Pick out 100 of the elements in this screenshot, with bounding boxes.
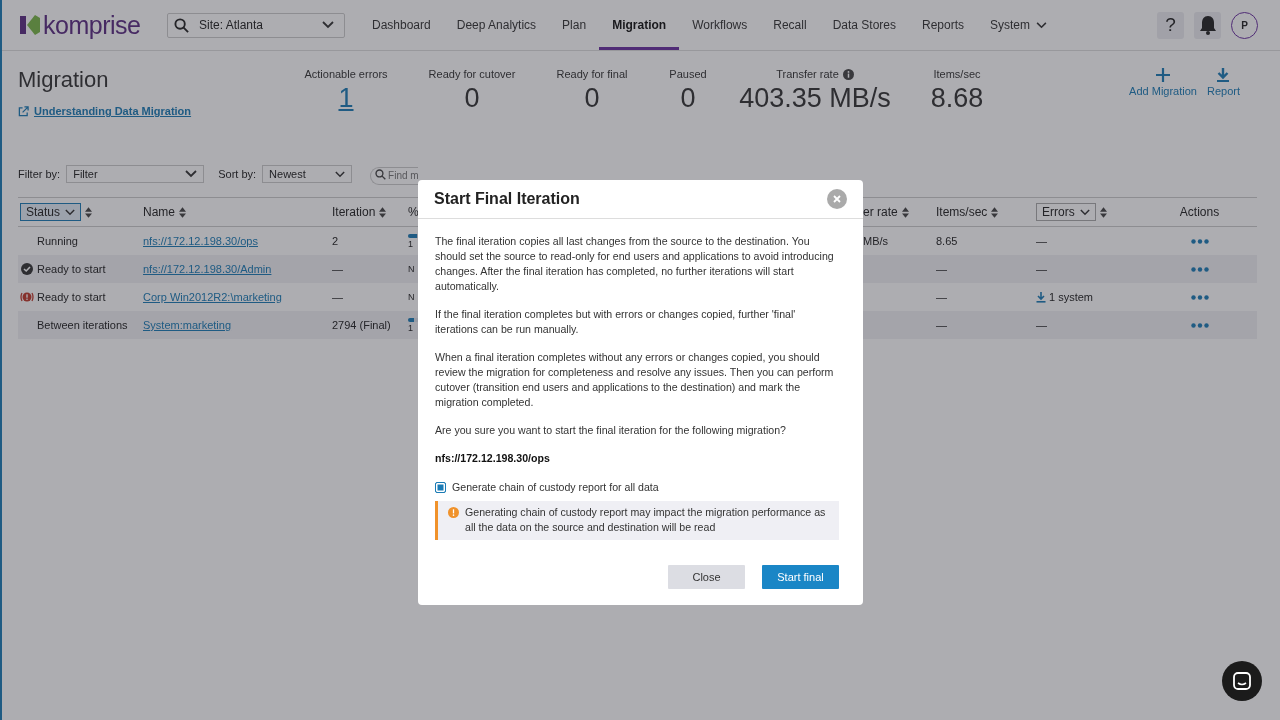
column-header: Actions [1179, 205, 1220, 219]
sort-icon[interactable] [179, 206, 186, 218]
iteration-cell: — [332, 263, 343, 275]
sort-icon[interactable] [379, 206, 387, 218]
chevron-icon [1036, 21, 1048, 29]
logo-icon [20, 14, 40, 36]
more-icon[interactable] [1190, 294, 1209, 300]
nav-tab[interactable]: Plan [549, 0, 600, 50]
items-cell: — [936, 291, 947, 303]
sort-icon[interactable] [85, 206, 93, 218]
nav-tab[interactable]: Workflows [679, 0, 761, 50]
chevron-icon [335, 170, 346, 178]
info-icon [842, 68, 854, 80]
stat-value[interactable]: 1 [338, 83, 354, 114]
warning-icon [448, 507, 459, 518]
site-select[interactable]: Site: Atlanta [167, 12, 345, 38]
errors-cell: — [1036, 235, 1047, 247]
start-final-button[interactable]: Start final [762, 565, 839, 589]
iteration-cell: 2794 (Final) [332, 319, 391, 331]
dialog-paragraph: The final iteration copies all last changes from the source to the destination. You should set the source to read-only for end users and applications to avoid introducing changes. After the final iteration has completed, no further iterations will start automatically. [435, 234, 835, 294]
transfer-rate-cell: MB/s [863, 235, 889, 247]
status-text: Between iterations [37, 319, 128, 331]
nav-tab[interactable]: Recall [760, 0, 820, 50]
percent-cell: 1 [408, 238, 413, 249]
search-icon [174, 17, 189, 33]
column-header: er rate [863, 205, 898, 219]
stat-value: 8.68 [930, 83, 984, 114]
checkbox[interactable] [435, 482, 446, 493]
nav-tab[interactable]: Dashboard [359, 0, 444, 50]
errors-cell: 1 system [1049, 291, 1093, 303]
nav-tab[interactable]: Data Stores [819, 0, 909, 50]
percent-cell: N [408, 264, 415, 274]
help-button[interactable]: ? [1157, 11, 1184, 39]
column-filter[interactable]: Errors [1036, 203, 1096, 221]
bell-icon [1198, 15, 1217, 35]
percent-cell: N [408, 292, 415, 302]
errors-cell: — [1036, 319, 1047, 331]
close-icon [833, 195, 841, 203]
search-field[interactable]: Find m [370, 166, 419, 185]
sort-icon[interactable] [901, 206, 909, 218]
check-icon [20, 263, 34, 275]
items-cell: — [936, 263, 947, 275]
filter-select[interactable]: Filter [66, 165, 205, 183]
items-cell: 8.65 [936, 235, 958, 247]
search-icon [375, 169, 387, 180]
warning-text: Generating chain of custody report may impact the migration performance as all the data on the source and destination will be read [465, 505, 827, 535]
stat-value: 403.35 MB/s [739, 83, 891, 114]
checkbox-label: Generate chain of custody report for all data [452, 480, 659, 495]
stat-label: Ready for final [556, 68, 628, 80]
column-header: Name [143, 205, 175, 219]
dialog-paragraph: If the final iteration completes but with errors or changes copied, further 'final' iterations can be run manually. [435, 307, 797, 337]
nav-tab[interactable]: Deep Analytics [443, 0, 550, 50]
external-link-icon [18, 105, 29, 117]
iteration-cell: 2 [332, 235, 339, 247]
column-header: Iteration [332, 205, 376, 219]
sort-icon[interactable] [991, 206, 999, 218]
report-button[interactable]: Report [1204, 67, 1242, 103]
migration-link[interactable]: nfs://172.12.198.30/ops [143, 235, 258, 247]
nav-tab[interactable]: Reports [909, 0, 978, 50]
chat-icon [1233, 672, 1251, 690]
stat-label: Actionable errors [304, 68, 388, 80]
more-icon[interactable] [1190, 322, 1209, 328]
sort-icon[interactable] [1099, 206, 1107, 218]
column-filter[interactable]: Status [20, 203, 82, 221]
items-cell: — [936, 319, 947, 331]
chevron-icon [322, 21, 334, 29]
close-dialog-button[interactable]: Close [668, 565, 745, 589]
stat-label: Transfer rate [776, 68, 839, 80]
chevron-icon [185, 170, 198, 178]
logo-text: komprise [43, 10, 141, 40]
stat-value: 0 [464, 83, 480, 114]
nav-tab[interactable]: System [977, 0, 1061, 50]
stat-label: Ready for cutover [428, 68, 516, 80]
chevron-icon [1079, 208, 1090, 216]
dialog-title: Start Final Iteration [434, 190, 580, 208]
migration-name: nfs://172.12.198.30/ops [435, 451, 551, 466]
error-icon [20, 291, 34, 303]
notifications-button[interactable] [1194, 11, 1221, 39]
percent-cell: 1 [408, 322, 413, 333]
plus-icon [1155, 67, 1172, 83]
stat-label: Items/sec [933, 68, 981, 80]
more-icon[interactable] [1190, 238, 1209, 244]
more-icon[interactable] [1190, 266, 1209, 272]
sort-label: Sort by: [218, 168, 257, 180]
status-text: Running [37, 235, 78, 247]
dialog-paragraph: When a final iteration completes without any errors or changes copied, you should review the migration for completeness and resolve any issues. Then you can perform cutover (transition end users and applications to the destination) and mark the migration completed. [435, 350, 835, 410]
nav-tab[interactable]: Migration [599, 0, 680, 50]
column-header: % [408, 205, 419, 219]
download-icon[interactable] [1036, 291, 1046, 303]
column-header: Items/sec [936, 205, 988, 219]
add-migration-button[interactable]: Add Migration [1127, 67, 1199, 103]
sort-select[interactable]: Newest [262, 165, 353, 183]
guide-link[interactable]: Understanding Data Migration [18, 105, 192, 117]
page-title: Migration [18, 67, 110, 93]
chevron-icon [65, 208, 76, 216]
dialog-paragraph: Are you sure you want to start the final iteration for the following migration? [435, 423, 787, 438]
stat-value: 0 [584, 83, 600, 114]
filter-label: Filter by: [18, 168, 61, 180]
errors-cell: — [1036, 263, 1047, 275]
migration-link[interactable]: Corp Win2012R2:\marketing [143, 291, 282, 303]
